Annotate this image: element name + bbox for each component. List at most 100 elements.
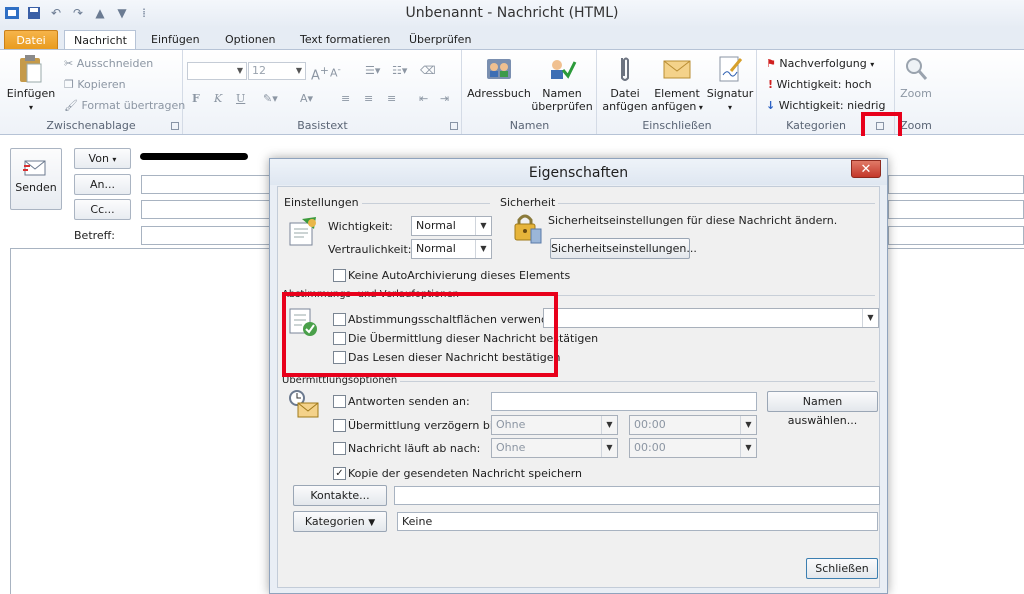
magnifier-icon <box>901 54 931 84</box>
tab-message[interactable]: Nachricht <box>64 30 136 50</box>
delay-time-value: 00:00 <box>634 418 666 431</box>
to-field-extension[interactable] <box>888 175 1024 194</box>
bullets-icon[interactable]: ☰▾ <box>365 64 380 77</box>
low-importance-button[interactable]: ↓ Wichtigkeit: niedrig <box>766 99 885 112</box>
categories-field[interactable]: Keine <box>397 512 878 531</box>
attach-file-button[interactable]: Datei anfügen <box>600 54 650 113</box>
tab-format-text[interactable]: Text formatieren <box>291 30 399 50</box>
decrease-indent-icon[interactable]: ⇤ <box>419 92 428 105</box>
sensitivity-label: Vertraulichkeit: <box>328 243 412 256</box>
clipboard-dialog-launcher[interactable] <box>171 122 179 130</box>
subject-label: Betreff: <box>74 229 115 242</box>
send-button[interactable]: Senden <box>10 148 62 210</box>
tab-review[interactable]: Überprüfen <box>400 30 480 50</box>
categories-label: Kategorien <box>304 515 365 528</box>
copy-button[interactable]: ❐ Kopieren <box>64 78 126 91</box>
bold-icon[interactable]: F <box>192 92 200 105</box>
basic-text-dialog-launcher[interactable] <box>450 122 458 130</box>
delay-delivery-checkbox[interactable] <box>333 419 346 432</box>
cut-label: Ausschneiden <box>76 57 154 70</box>
tab-file[interactable]: Datei <box>4 30 58 50</box>
format-painter-button[interactable]: 🖌 Format übertragen <box>64 99 185 112</box>
tab-options[interactable]: Optionen <box>216 30 284 50</box>
zoom-button[interactable]: Zoom <box>896 54 936 100</box>
to-field[interactable] <box>141 175 271 194</box>
underline-icon[interactable]: U <box>236 92 245 105</box>
cc-field[interactable] <box>141 200 271 219</box>
divider <box>350 203 490 204</box>
expires-date-select[interactable]: Ohne ▼ <box>491 438 618 458</box>
delay-delivery-label: Übermittlung verzögern bis: <box>348 419 503 432</box>
subject-field[interactable] <box>141 226 271 245</box>
voting-buttons-select[interactable]: ▼ <box>543 308 879 328</box>
signature-button[interactable]: Signatur ▾ <box>704 54 756 114</box>
numbering-icon[interactable]: ☷▾ <box>392 64 407 77</box>
delay-date-select[interactable]: Ohne ▼ <box>491 415 618 435</box>
contacts-button[interactable]: Kontakte... <box>293 485 387 506</box>
envelope-icon <box>662 54 692 84</box>
chevron-down-icon: ▼ <box>601 439 617 457</box>
message-body[interactable] <box>10 248 272 594</box>
font-name-combo[interactable]: ▼ <box>187 62 247 80</box>
select-names-button[interactable]: Namen auswählen... <box>767 391 878 427</box>
italic-icon[interactable]: K <box>214 92 222 105</box>
clear-formatting-icon[interactable]: ⌫ <box>420 64 436 77</box>
send-label: Senden <box>15 181 57 194</box>
from-button[interactable]: Von ▾ <box>74 148 131 169</box>
attach-item-button[interactable]: Element anfügen ▾ <box>650 54 704 114</box>
format-painter-label: Format übertragen <box>81 99 186 112</box>
chevron-down-icon: ▼ <box>740 416 756 434</box>
save-copy-checkbox[interactable]: ✓ <box>333 467 346 480</box>
expires-time-select[interactable]: 00:00 ▼ <box>629 438 757 458</box>
align-left-icon[interactable]: ≡ <box>341 92 350 105</box>
grow-font-icon[interactable]: A+ <box>311 64 329 83</box>
highlight-icon[interactable]: ✎▾ <box>263 92 278 105</box>
expires-date-value: Ohne <box>496 441 526 454</box>
subject-field-extension[interactable] <box>888 226 1024 245</box>
cut-button[interactable]: ✂ Ausschneiden <box>64 57 153 70</box>
contacts-field[interactable] <box>394 486 880 505</box>
address-book-button[interactable]: Adressbuch <box>467 54 531 100</box>
font-color-icon[interactable]: A▾ <box>300 92 313 105</box>
paste-button[interactable]: Einfügen ▾ <box>6 54 56 114</box>
expires-checkbox[interactable] <box>333 442 346 455</box>
cc-field-extension[interactable] <box>888 200 1024 219</box>
tab-insert[interactable]: Einfügen <box>142 30 209 50</box>
increase-indent-icon[interactable]: ⇥ <box>440 92 449 105</box>
message-body-extension[interactable] <box>888 248 1024 594</box>
security-settings-button[interactable]: Sicherheitseinstellungen... <box>550 238 697 259</box>
paste-label: Einfügen <box>6 87 56 100</box>
group-basic-text: ▼ 12 ▼ A+ A- ☰▾ ☷▾ ⌫ F K U ✎▾ A▾ ≡ ≡ ≡ ⇤ … <box>184 50 462 134</box>
shrink-font-icon[interactable]: A- <box>330 64 341 80</box>
high-importance-button[interactable]: ! Wichtigkeit: hoch <box>768 78 872 91</box>
align-center-icon[interactable]: ≡ <box>364 92 373 105</box>
align-right-icon[interactable]: ≡ <box>387 92 396 105</box>
close-button[interactable]: Schließen <box>806 558 878 579</box>
check-names-button[interactable]: Namen überprüfen <box>529 54 595 113</box>
save-copy-label: Kopie der gesendeten Nachricht speichern <box>348 467 583 480</box>
check-names-label-1: Namen <box>542 87 582 100</box>
dropdown-arrow-icon: ▼ <box>368 518 376 528</box>
down-arrow-icon: ↓ <box>766 99 776 112</box>
replies-to-field[interactable] <box>491 392 757 411</box>
group-include: Datei anfügen Element anfügen ▾ Signatur… <box>598 50 757 134</box>
to-button[interactable]: An... <box>74 174 131 195</box>
window-title: Unbenannt - Nachricht (HTML) <box>405 5 619 21</box>
importance-select[interactable]: Normal ▼ <box>411 216 492 236</box>
sensitivity-select[interactable]: Normal ▼ <box>411 239 492 259</box>
replies-to-checkbox[interactable] <box>333 395 346 408</box>
font-size-combo[interactable]: 12 ▼ <box>248 62 306 80</box>
cc-button[interactable]: Cc... <box>74 199 131 220</box>
lock-icon <box>509 211 543 245</box>
divider <box>555 203 875 204</box>
categories-button[interactable]: Kategorien ▼ <box>293 511 387 532</box>
signature-icon <box>715 54 745 84</box>
followup-button[interactable]: ⚑ Nachverfolgung ▾ <box>766 57 874 70</box>
no-autoarchive-checkbox[interactable] <box>333 269 346 282</box>
signature-label: Signatur <box>706 87 754 100</box>
close-icon[interactable]: ✕ <box>851 160 881 178</box>
font-size-value: 12 <box>252 64 266 77</box>
delay-time-select[interactable]: 00:00 ▼ <box>629 415 757 435</box>
high-importance-label: Wichtigkeit: hoch <box>776 78 872 91</box>
group-label-clipboard: Zwischenablage <box>46 119 136 132</box>
